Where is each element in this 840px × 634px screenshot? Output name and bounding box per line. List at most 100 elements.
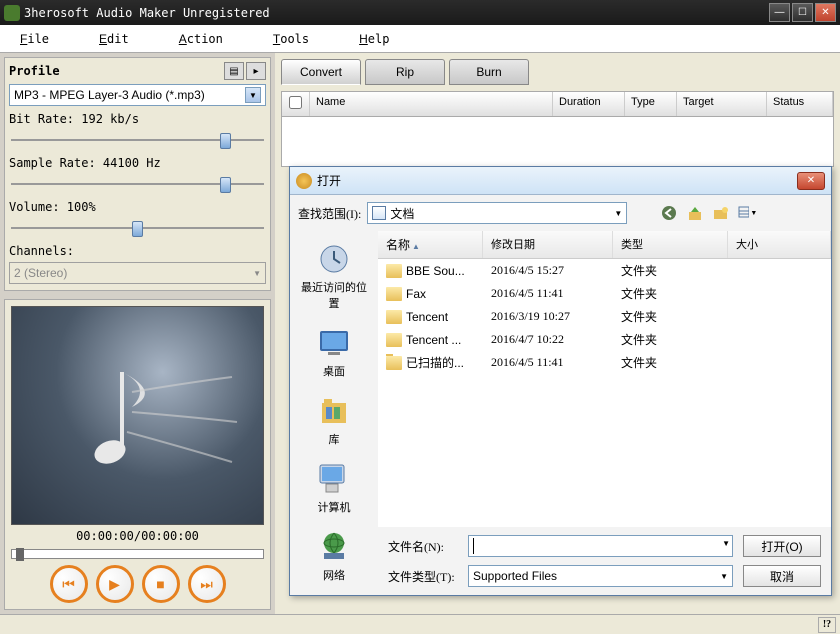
row-name: BBE Sou... [406,264,465,278]
titlebar: 3herosoft Audio Maker Unregistered — ☐ ✕ [0,0,840,25]
row-date: 2016/4/5 15:27 [491,263,621,278]
prev-button[interactable]: ⏮ [50,565,88,603]
volume-slider[interactable] [9,218,266,238]
samplerate-label: Sample Rate: 44100 Hz [9,156,266,170]
channels-combo: 2 (Stereo) ▼ [9,262,266,284]
maximize-button[interactable]: ☐ [792,3,813,22]
filetype-combo[interactable]: Supported Files ▼ [468,565,733,587]
format-combo[interactable]: MP3 - MPEG Layer-3 Audio (*.mp3) ▼ [9,84,266,106]
filetype-label: 文件类型(T): [388,568,458,585]
menu-tools[interactable]: ToolsTools [273,32,309,46]
row-type: 文件夹 [621,331,736,348]
status-bar: !? [0,614,840,634]
chevron-down-icon: ▼ [720,572,728,581]
list-item[interactable]: Tencent2016/3/19 10:27文件夹 [378,305,831,328]
mode-tabs: Convert Rip Burn [275,53,840,91]
row-name: Tencent [406,310,448,324]
back-icon[interactable] [659,203,679,223]
tab-burn[interactable]: Burn [449,59,529,85]
file-list-body [281,117,834,167]
dlg-col-name[interactable]: 名称▲ [378,231,483,258]
place-computer[interactable]: 计算机 [296,457,372,519]
place-recent[interactable]: 最近访问的位置 [296,237,372,315]
chevron-down-icon: ▼ [614,209,622,218]
places-bar: 最近访问的位置 桌面 库 计算机 网络 [290,231,378,595]
tab-rip[interactable]: Rip [365,59,445,85]
open-button[interactable]: 打开(O) [743,535,821,557]
col-duration[interactable]: Duration [553,92,625,116]
list-item[interactable]: Fax2016/4/5 11:41文件夹 [378,282,831,305]
lookin-combo[interactable]: 文档 ▼ [367,202,627,224]
filename-label: 文件名(N): [388,538,458,555]
profile-list-icon[interactable]: ▤ [224,62,244,80]
views-icon[interactable]: ▼ [737,203,757,223]
close-button[interactable]: ✕ [815,3,836,22]
cancel-button[interactable]: 取消 [743,565,821,587]
dialog-icon [296,173,312,189]
dialog-toolbar: 查找范围(I): 文档 ▼ ▼ [290,195,831,231]
bitrate-slider[interactable] [9,130,266,150]
dialog-title: 打开 [317,172,341,189]
profile-panel: Profile ▤ ▸ MP3 - MPEG Layer-3 Audio (*.… [4,57,271,291]
dlg-col-date[interactable]: 修改日期 [483,231,613,258]
chevron-down-icon: ▼ [253,269,261,278]
chevron-down-icon[interactable]: ▼ [245,87,261,103]
up-icon[interactable] [685,203,705,223]
lookin-label: 查找范围(I): [298,205,361,222]
next-button[interactable]: ⏭ [188,565,226,603]
lookin-value: 文档 [390,205,414,222]
row-type: 文件夹 [621,285,736,302]
menu-action[interactable]: ActionAction [179,32,223,46]
seek-thumb[interactable] [16,548,24,561]
menu-file[interactable]: FFileile [20,32,49,46]
chevron-down-icon[interactable]: ▼ [722,539,730,548]
bitrate-label: Bit Rate: 192 kb/s [9,112,266,126]
file-list-header: Name Duration Type Target Status [281,91,834,117]
folder-icon [386,333,402,347]
menu-edit[interactable]: EditEdit [99,32,129,46]
row-name: Tencent ... [406,333,461,347]
filename-input[interactable]: ▼ [468,535,733,557]
open-dialog: 打开 ✕ 查找范围(I): 文档 ▼ ▼ 最近访问的位置 桌面 [289,166,832,596]
folder-icon [386,287,402,301]
col-target[interactable]: Target [677,92,767,116]
place-library[interactable]: 库 [296,389,372,451]
list-item[interactable]: 已扫描的...2016/4/5 11:41文件夹 [378,351,831,374]
row-type: 文件夹 [621,262,736,279]
profile-header: Profile [9,64,60,78]
channels-value: 2 (Stereo) [14,266,67,280]
col-type[interactable]: Type [625,92,677,116]
new-folder-icon[interactable] [711,203,731,223]
row-type: 文件夹 [621,354,736,371]
seek-bar[interactable] [11,549,264,559]
dlg-col-size[interactable]: 大小 [728,231,831,258]
samplerate-slider[interactable] [9,174,266,194]
row-name: Fax [406,287,426,301]
timecode: 00:00:00/00:00:00 [11,529,264,543]
status-grip-icon[interactable]: !? [818,617,836,633]
menu-help[interactable]: HelpHelp [359,32,389,46]
dialog-titlebar: 打开 ✕ [290,167,831,195]
col-name[interactable]: Name [310,92,553,116]
tab-convert[interactable]: Convert [281,59,361,85]
app-title: 3herosoft Audio Maker Unregistered [24,6,270,20]
row-date: 2016/3/19 10:27 [491,309,621,324]
list-item[interactable]: Tencent ...2016/4/7 10:22文件夹 [378,328,831,351]
play-button[interactable]: ▶ [96,565,134,603]
place-network[interactable]: 网络 [296,525,372,587]
list-item[interactable]: BBE Sou... 2016/4/5 15:27文件夹 [378,259,831,282]
minimize-button[interactable]: — [769,3,790,22]
select-all-checkbox[interactable] [289,96,302,109]
profile-expand-icon[interactable]: ▸ [246,62,266,80]
col-status[interactable]: Status [767,92,833,116]
dlg-col-type[interactable]: 类型 [613,231,728,258]
stop-button[interactable]: ■ [142,565,180,603]
preview-image [11,306,264,525]
place-desktop[interactable]: 桌面 [296,321,372,383]
row-date: 2016/4/5 11:41 [491,355,621,370]
channels-label: Channels: [9,244,266,258]
dialog-close-button[interactable]: ✕ [797,172,825,190]
music-note-icon [62,362,242,482]
menu-bar: FFileile EditEdit ActionAction ToolsTool… [0,25,840,53]
folder-icon [386,264,402,278]
